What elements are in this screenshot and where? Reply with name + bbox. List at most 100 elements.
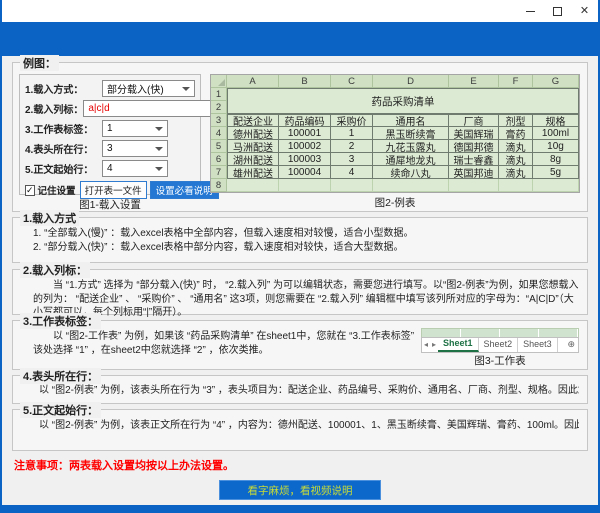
section-text: 2. “部分载入(快)” ：载入excel表格中部分内容，载入速度相对较快，适合… (21, 241, 579, 255)
excel-header-cell: 剂型 (499, 114, 533, 127)
header-row-label: 4.表头所在行： (25, 141, 102, 156)
excel-empty-cell (533, 179, 579, 192)
section-title: 3.工作表标签： (20, 313, 101, 329)
section-text: 以 “图2-例表” 为例，该表正文所在行为 “4” ，内容为：德州配送、1000… (21, 419, 579, 433)
excel-header-cell: 规格 (533, 114, 579, 127)
sheet-index-label: 3.工作表标签： (25, 121, 102, 136)
sheet-tab-1: Sheet1 (438, 338, 479, 352)
maximize-icon (553, 7, 562, 16)
excel-header-cell: 通用名 (373, 114, 449, 127)
notice-text: 注意事项：两表载入设置均按以上办法设置。 (14, 457, 234, 473)
form-row: 2.载入列标： (25, 100, 195, 117)
section-text: 1. “全部载入(慢)” ：载入excel表格中全部内容，但载入速度相对较慢，适… (21, 227, 579, 241)
excel-empty-cell (499, 179, 533, 192)
load-settings-panel: 1.载入方式： 部分载入(快) 2.载入列标： 3.工作表标签： (19, 74, 201, 195)
excel-header-cell: 药品编码 (279, 114, 331, 127)
maximize-button[interactable] (544, 0, 571, 22)
excel-cell: 马洲配送 (227, 140, 279, 153)
minimize-button[interactable] (517, 0, 544, 22)
excel-cell: 德州配送 (227, 127, 279, 140)
header-row-select[interactable]: 3 (102, 140, 168, 157)
excel-cell: 德国邦德 (449, 140, 499, 153)
load-mode-label: 1.载入方式： (25, 81, 102, 96)
figure2-caption: 图2-例表 (375, 195, 416, 210)
body-start-row-value: 4 (107, 163, 113, 174)
excel-cell: 雄州配送 (227, 166, 279, 179)
excel-column-header: E (449, 75, 499, 88)
remember-settings-label: 记住设置 (38, 183, 76, 197)
column-letters-input[interactable] (83, 100, 225, 117)
excel-row-header: 1 (211, 88, 227, 101)
excel-title-cell: 药品采购清单 (227, 88, 579, 114)
app-window: ✕ 例图： 1.载入方式： 部分载入(快) (0, 0, 600, 513)
section-sheet-tab: 3.工作表标签： 以 “图2-工作表” 为例，如果该 “药品采购清单” 在she… (12, 320, 588, 370)
excel-header-cell: 厂商 (449, 114, 499, 127)
example-group: 例图： 1.载入方式： 部分载入(快) 2.载入列标： (12, 62, 588, 212)
remember-settings-checkbox[interactable]: ✓ (25, 185, 35, 196)
form-row: 4.表头所在行： 3 (25, 140, 195, 157)
excel-select-all (211, 75, 227, 88)
excel-empty-cell (331, 179, 373, 192)
excel-cell: 九花玉露丸 (373, 140, 449, 153)
excel-example-column: ABCDEFG12345678药品采购清单配送企业药品编码采购价通用名厂商剂型规… (207, 74, 583, 209)
section-body-start-row: 5.正文起始行： 以 “图2-例表” 为例，该表正文所在行为 “4” ，内容为：… (12, 409, 588, 451)
form-row: 3.工作表标签： 1 (25, 120, 195, 137)
body-start-row-label: 5.正文起始行： (25, 161, 102, 176)
section-text: 以 “图2-工作表” 为例，如果该 “药品采购清单” 在sheet1中，您就在 … (21, 330, 415, 357)
section-column-letters: 2.载入列标： 当 “1.方式” 选择为 “部分载入(快)” 时， “2.载入列… (12, 269, 588, 315)
section-title: 4.表头所在行： (20, 368, 101, 384)
add-sheet-icon: ⊕ (564, 338, 578, 352)
excel-cell: 4 (331, 166, 373, 179)
title-bar: ✕ (2, 0, 598, 22)
excel-header-cell: 配送企业 (227, 114, 279, 127)
excel-column-header: A (227, 75, 279, 88)
section-title: 2.载入列标： (20, 262, 90, 278)
excel-cell: 2 (331, 140, 373, 153)
excel-cell: 100001 (279, 127, 331, 140)
excel-row-header: 5 (211, 140, 227, 153)
section-load-mode: 1.载入方式 1. “全部载入(慢)” ：载入excel表格中全部内容，但载入速… (12, 217, 588, 263)
sheet-nav-left-icon: ◂ (422, 338, 430, 352)
close-button[interactable]: ✕ (571, 0, 598, 22)
excel-cell: 100004 (279, 166, 331, 179)
sheet-tabs-image: ◂ ▸ Sheet1 Sheet2 Sheet3 ⊕ 图3-工作表 (421, 328, 579, 369)
excel-cell: 100ml (533, 127, 579, 140)
sheet-tab-2: Sheet2 (479, 338, 519, 352)
main-content: 例图： 1.载入方式： 部分载入(快) 2.载入列标： (2, 56, 598, 505)
chevron-down-icon (155, 127, 163, 131)
body-start-row-select[interactable]: 4 (102, 160, 168, 177)
excel-cell: 美国辉瑞 (449, 127, 499, 140)
excel-header-cell: 采购价 (331, 114, 373, 127)
section-text: 以 “图2-例表” 为例，该表头所在行为 “3” ，表头项目为：配送企业、药品编… (21, 384, 579, 398)
excel-row-header: 3 (211, 114, 227, 127)
load-mode-select[interactable]: 部分载入(快) (102, 80, 195, 97)
sheet-index-select[interactable]: 1 (102, 120, 168, 137)
excel-cell: 滴丸 (499, 153, 533, 166)
section-header-row: 4.表头所在行： 以 “图2-例表” 为例，该表头所在行为 “3” ，表头项目为… (12, 375, 588, 404)
excel-empty-cell (279, 179, 331, 192)
video-help-button[interactable]: 看字麻烦，看视频说明 (219, 480, 381, 500)
excel-column-header: D (373, 75, 449, 88)
header-band (2, 22, 598, 56)
excel-cell: 续命八丸 (373, 166, 449, 179)
excel-cell: 瑞士睿鑫 (449, 153, 499, 166)
excel-row-header: 8 (211, 179, 227, 192)
excel-cell: 3 (331, 153, 373, 166)
excel-cell: 100002 (279, 140, 331, 153)
excel-column-header: C (331, 75, 373, 88)
load-settings-column: 1.载入方式： 部分载入(快) 2.载入列标： 3.工作表标签： (19, 74, 201, 209)
excel-column-header: B (279, 75, 331, 88)
excel-empty-cell (373, 179, 449, 192)
sheet-tab-bar: ◂ ▸ Sheet1 Sheet2 Sheet3 ⊕ (421, 337, 579, 353)
sheet-nav-right-icon: ▸ (430, 338, 438, 352)
excel-empty-cell (449, 179, 499, 192)
excel-row-header: 2 (211, 101, 227, 114)
excel-cell: 8g (533, 153, 579, 166)
excel-cell: 100003 (279, 153, 331, 166)
excel-cell: 滴丸 (499, 140, 533, 153)
excel-cell: 通犀地龙丸 (373, 153, 449, 166)
section-text: 当 “1.方式” 选择为 “部分载入(快)” 时， “2.载入列” 为可以编辑状… (21, 279, 579, 320)
excel-cell: 湖州配送 (227, 153, 279, 166)
excel-column-header: G (533, 75, 579, 88)
excel-grid: ABCDEFG12345678药品采购清单配送企业药品编码采购价通用名厂商剂型规… (211, 75, 579, 192)
